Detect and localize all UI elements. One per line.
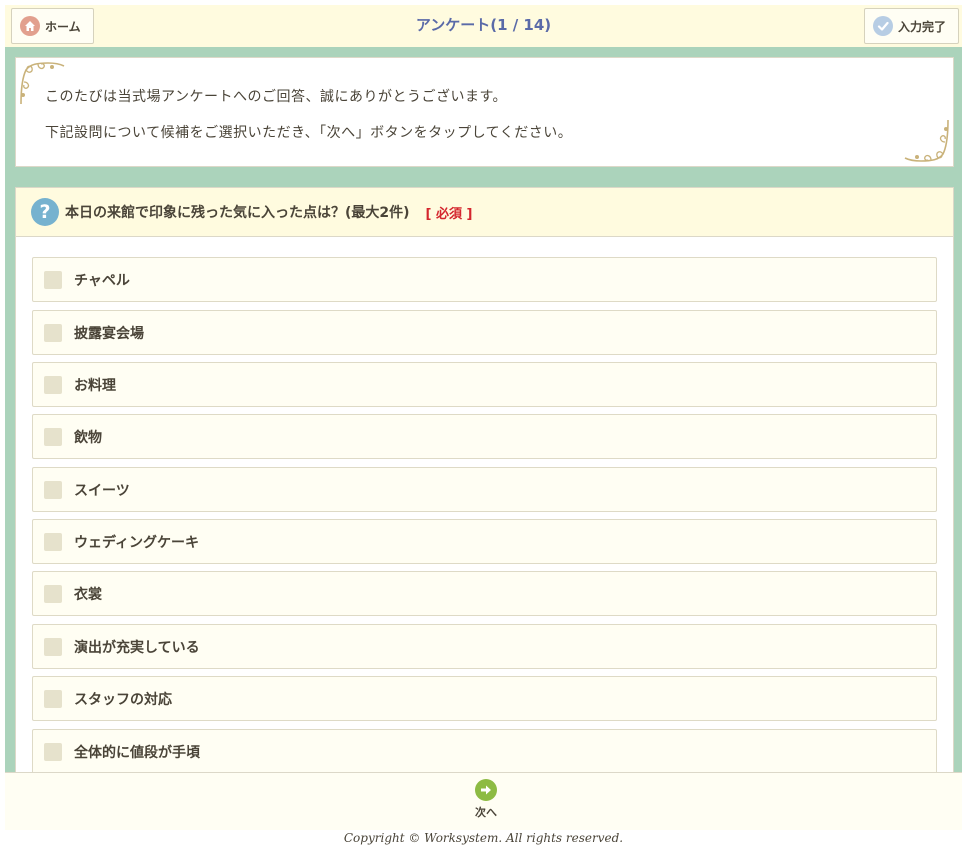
question-text: 本日の来館で印象に残った気に入った点は？(最大2件) [65, 205, 410, 221]
option-item[interactable]: お料理 [32, 362, 937, 407]
home-icon [20, 16, 40, 36]
option-label: チャペル [74, 272, 130, 289]
question-icon: ? [31, 198, 59, 226]
option-item[interactable]: スタッフの対応 [32, 676, 937, 721]
option-item[interactable]: チャペル [32, 257, 937, 302]
option-item[interactable]: 全体的に値段が手頃 [32, 729, 937, 774]
option-checkbox[interactable] [44, 427, 62, 446]
footer-bar: 次へ [5, 772, 962, 830]
option-label: 衣裳 [74, 586, 102, 603]
option-checkbox[interactable] [44, 584, 62, 603]
option-checkbox[interactable] [44, 480, 62, 499]
option-label: 飲物 [74, 429, 102, 446]
arrow-right-icon [475, 779, 497, 801]
option-label: スタッフの対応 [74, 691, 172, 708]
option-label: お料理 [74, 377, 116, 394]
corner-ornament-icon [904, 119, 949, 162]
option-item[interactable]: 飲物 [32, 414, 937, 459]
home-label: ホーム [45, 19, 81, 34]
option-item[interactable]: ウェディングケーキ [32, 519, 937, 564]
option-checkbox[interactable] [44, 270, 62, 289]
header: ホーム アンケート(1 / 14) 入力完了 [5, 5, 962, 47]
intro-line-1: このたびは当式場アンケートへのご回答、誠にありがとうございます。 [45, 89, 508, 105]
check-icon [873, 16, 893, 36]
home-button[interactable]: ホーム [11, 8, 94, 44]
option-checkbox[interactable] [44, 742, 62, 761]
option-checkbox[interactable] [44, 375, 62, 394]
next-label: 次へ [475, 806, 497, 819]
complete-label: 入力完了 [898, 19, 947, 34]
option-checkbox[interactable] [44, 532, 62, 551]
option-checkbox[interactable] [44, 637, 62, 656]
next-button[interactable]: 次へ [466, 779, 506, 825]
question-panel: ? 本日の来館で印象に残った気に入った点は？(最大2件) [ 必須 ] チャペル… [15, 187, 954, 777]
option-item[interactable]: 演出が充実している [32, 624, 937, 669]
option-label: 演出が充実している [74, 639, 200, 656]
option-checkbox[interactable] [44, 323, 62, 342]
required-badge: [ 必須 ] [425, 206, 473, 222]
option-label: スイーツ [74, 482, 130, 499]
page-title: アンケート(1 / 14) [415, 16, 552, 34]
intro-line-2: 下記設問について候補をご選択いただき、「次へ」ボタンをタップしてください。 [45, 125, 573, 141]
option-item[interactable]: 披露宴会場 [32, 310, 937, 355]
option-checkbox[interactable] [44, 689, 62, 708]
option-item[interactable]: 衣裳 [32, 571, 937, 616]
app-frame: ホーム アンケート(1 / 14) 入力完了 このたびは当式場アンケートへのご回… [5, 5, 962, 830]
question-header: ? 本日の来館で印象に残った気に入った点は？(最大2件) [ 必須 ] [16, 188, 953, 237]
option-label: 全体的に値段が手頃 [74, 744, 200, 761]
intro-panel: このたびは当式場アンケートへのご回答、誠にありがとうございます。 下記設問につい… [15, 57, 954, 167]
copyright-text: Copyright © Worksystem. All rights reser… [343, 831, 624, 845]
complete-button[interactable]: 入力完了 [864, 8, 959, 44]
option-label: 披露宴会場 [74, 325, 144, 342]
option-label: ウェディングケーキ [74, 534, 200, 551]
option-item[interactable]: スイーツ [32, 467, 937, 512]
